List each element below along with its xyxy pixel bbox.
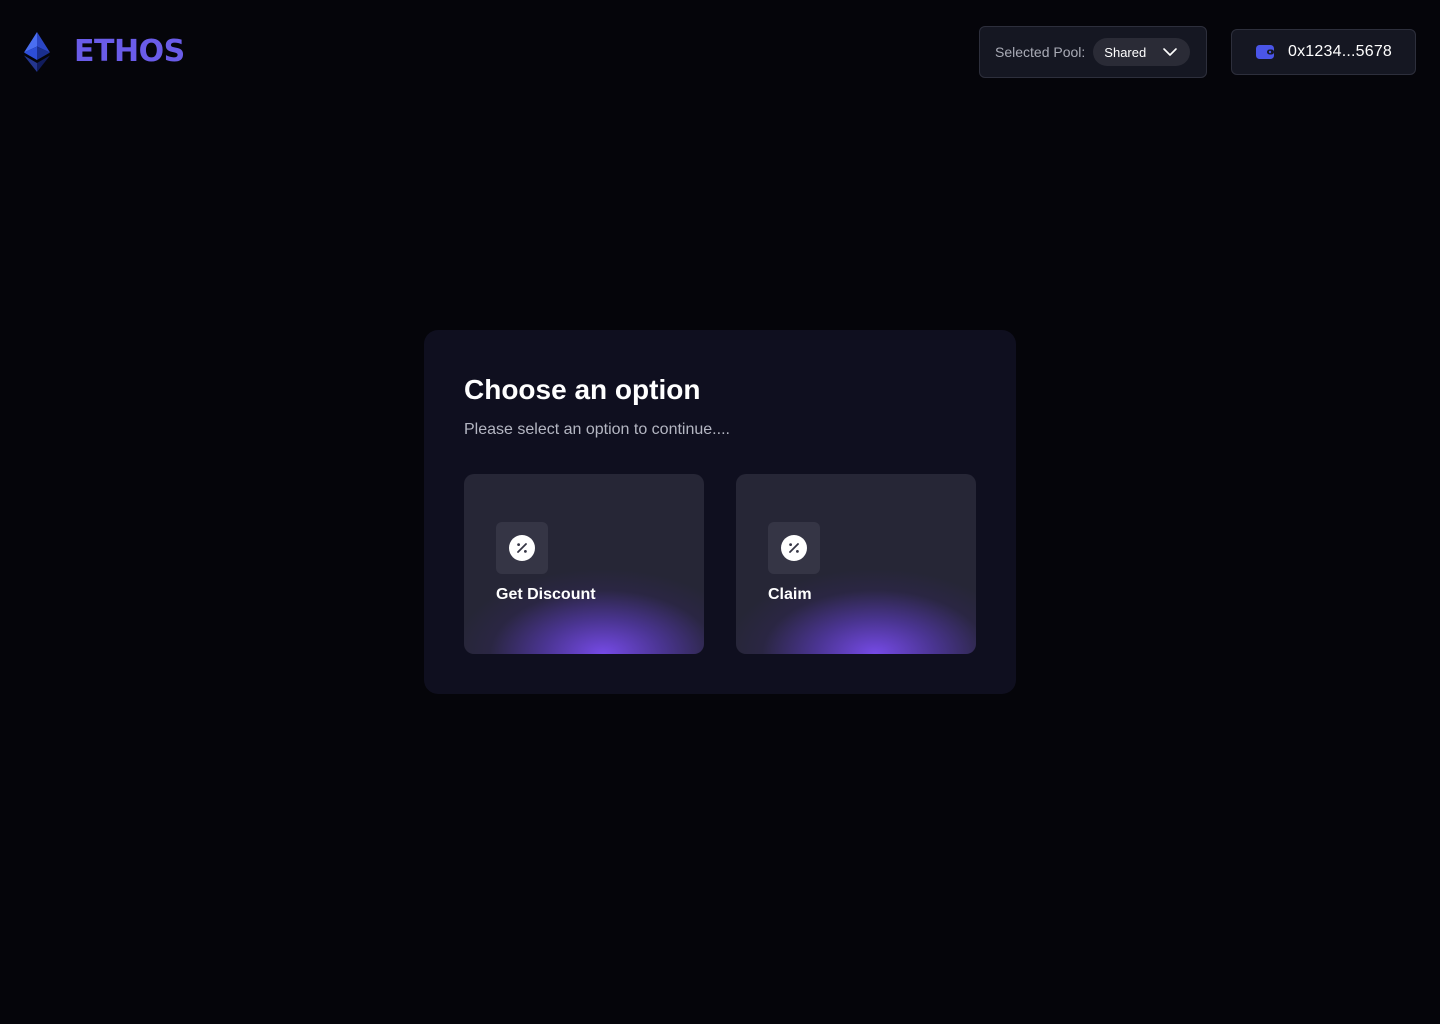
page: ETHOS Selected Pool: Shared 0x1234...567… bbox=[0, 0, 1440, 1024]
percent-badge-icon bbox=[781, 535, 807, 561]
dialog-title: Choose an option bbox=[464, 374, 701, 405]
claim-option[interactable]: Claim bbox=[736, 474, 976, 654]
option-label: Claim bbox=[768, 586, 812, 603]
wallet-address: 0x1234...5678 bbox=[1288, 43, 1393, 60]
pool-value: Shared bbox=[1104, 44, 1147, 60]
option-icon-box bbox=[496, 522, 548, 574]
percent-badge-icon bbox=[509, 535, 535, 561]
pool-label: Selected Pool: bbox=[995, 44, 1086, 60]
pool-selector: Selected Pool: Shared bbox=[979, 26, 1207, 78]
ethereum-diamond-icon bbox=[24, 32, 50, 72]
choose-option-dialog: Choose an option Please select an option… bbox=[424, 330, 1016, 694]
dialog-subtitle: Please select an option to continue.... bbox=[464, 421, 730, 438]
pool-dropdown[interactable]: Shared bbox=[1093, 38, 1191, 66]
wallet-icon bbox=[1256, 45, 1274, 59]
logo-text: ETHOS bbox=[74, 34, 185, 69]
logo[interactable]: ETHOS bbox=[24, 32, 185, 72]
option-label: Get Discount bbox=[496, 586, 596, 603]
chevron-down-icon bbox=[1162, 44, 1178, 60]
options-row: Get Discount Claim bbox=[464, 474, 976, 654]
wallet-button[interactable]: 0x1234...5678 bbox=[1231, 29, 1416, 75]
option-icon-box bbox=[768, 522, 820, 574]
get-discount-option[interactable]: Get Discount bbox=[464, 474, 704, 654]
